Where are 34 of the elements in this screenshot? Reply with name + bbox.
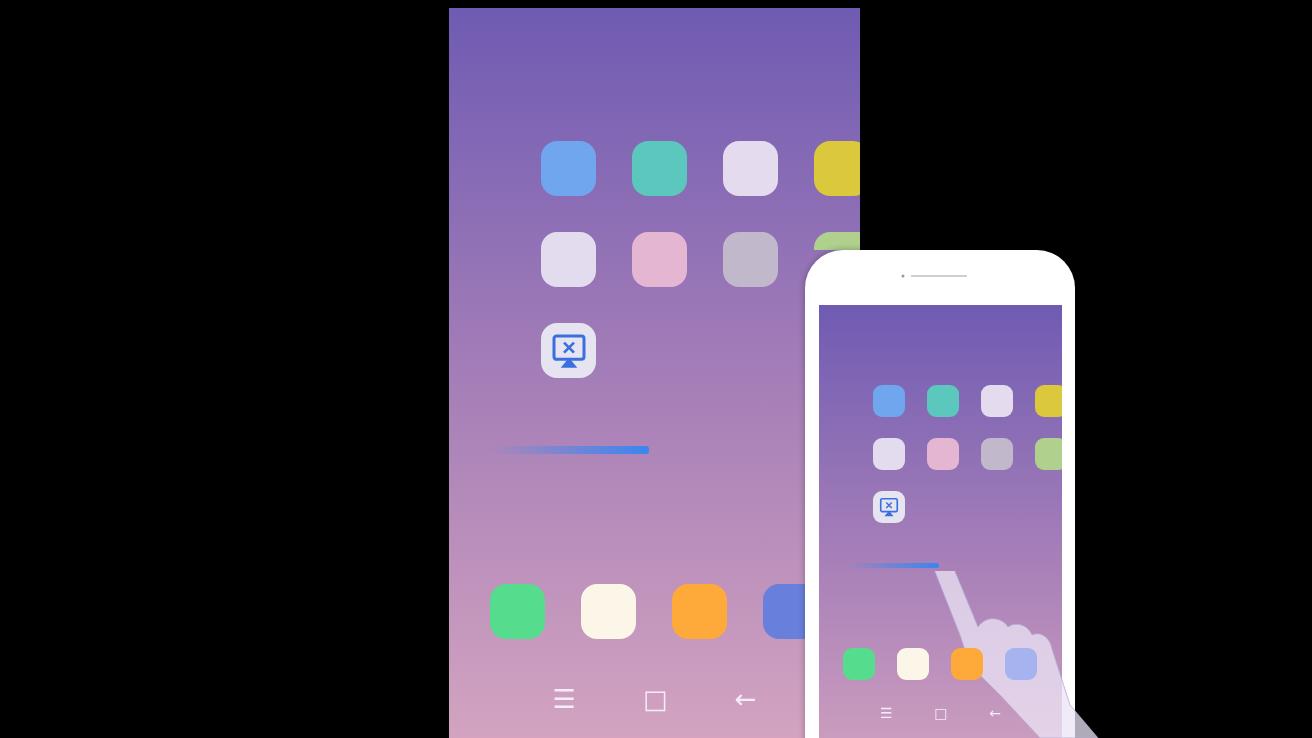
- menu-key[interactable]: ☰: [879, 703, 893, 724]
- dock-app-icon[interactable]: [763, 584, 805, 639]
- menu-key[interactable]: ☰: [552, 680, 576, 719]
- screen-cast-app[interactable]: [873, 491, 905, 523]
- dock-app-icon[interactable]: [490, 584, 545, 639]
- speaker-icon: [901, 274, 967, 278]
- app-icon[interactable]: [981, 385, 1013, 417]
- app-icon[interactable]: [927, 438, 959, 470]
- app-icon[interactable]: [632, 141, 687, 196]
- app-icon[interactable]: [873, 438, 905, 470]
- app-icon[interactable]: [981, 438, 1013, 470]
- app-icon[interactable]: [873, 385, 905, 417]
- app-icon[interactable]: [1035, 438, 1062, 470]
- home-key[interactable]: □: [934, 703, 948, 724]
- app-icon[interactable]: [541, 141, 596, 196]
- dock-app-icon[interactable]: [581, 584, 636, 639]
- app-icon[interactable]: [541, 232, 596, 287]
- app-icon[interactable]: [723, 232, 778, 287]
- back-key[interactable]: ←: [734, 680, 757, 719]
- cast-icon: [878, 496, 900, 518]
- app-icon[interactable]: [814, 141, 860, 196]
- app-icon[interactable]: [1035, 385, 1062, 417]
- dock-app-icon[interactable]: [1005, 648, 1037, 680]
- app-icon[interactable]: [723, 141, 778, 196]
- dock-app-icon[interactable]: [951, 648, 983, 680]
- dock-app-icon[interactable]: [843, 648, 875, 680]
- dock-app-icon[interactable]: [672, 584, 727, 639]
- back-key[interactable]: ←: [989, 703, 1002, 724]
- dock-app-icon[interactable]: [897, 648, 929, 680]
- app-icon[interactable]: [632, 232, 687, 287]
- screen-cast-app[interactable]: [541, 323, 596, 378]
- app-icon[interactable]: [927, 385, 959, 417]
- home-key[interactable]: □: [642, 680, 668, 719]
- app-icon[interactable]: [814, 232, 860, 250]
